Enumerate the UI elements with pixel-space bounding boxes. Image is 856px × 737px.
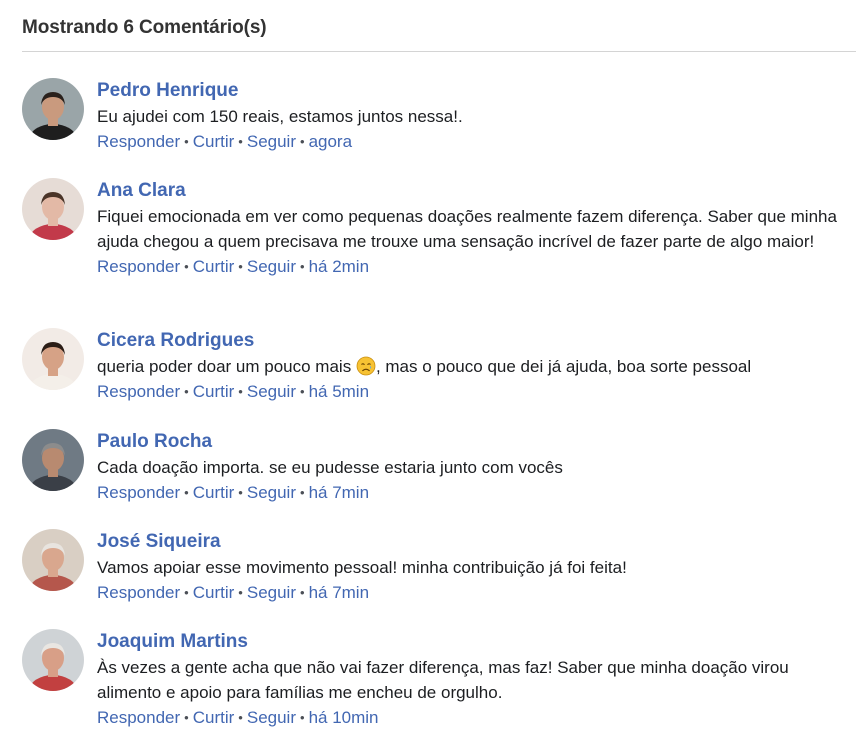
- comment-text: Fiquei emocionada em ver como pequenas d…: [97, 207, 837, 251]
- comment-timestamp[interactable]: há 5min: [309, 382, 369, 401]
- separator: •: [300, 384, 305, 399]
- comment-actions: Responder • Curtir • Seguir • agora: [97, 129, 856, 155]
- separator: •: [184, 259, 189, 274]
- comment-text: Às vezes a gente acha que não vai fazer …: [97, 658, 789, 702]
- comment-timestamp[interactable]: há 7min: [309, 583, 369, 602]
- separator: •: [300, 710, 305, 725]
- avatar[interactable]: [22, 429, 84, 491]
- comments-header: Mostrando 6 Comentário(s): [22, 14, 856, 52]
- like-link[interactable]: Curtir: [193, 132, 235, 151]
- comment-text-after: , mas o pouco que dei já ajuda, boa sort…: [375, 357, 752, 376]
- separator: •: [238, 485, 243, 500]
- reply-link[interactable]: Responder: [97, 257, 180, 276]
- comment-author[interactable]: Ana Clara: [97, 178, 856, 204]
- separator: •: [184, 710, 189, 725]
- separator: •: [300, 485, 305, 500]
- separator: •: [184, 134, 189, 149]
- avatar-image: [22, 529, 84, 591]
- comment-text: Cada doação importa. se eu pudesse estar…: [97, 458, 563, 477]
- avatar[interactable]: [22, 328, 84, 390]
- follow-link[interactable]: Seguir: [247, 257, 296, 276]
- follow-link[interactable]: Seguir: [247, 483, 296, 502]
- avatar[interactable]: [22, 529, 84, 591]
- comment-text: Vamos apoiar esse movimento pessoal! min…: [97, 558, 627, 577]
- separator: •: [184, 485, 189, 500]
- comment-timestamp[interactable]: há 2min: [309, 257, 369, 276]
- avatar-image: [22, 78, 84, 140]
- separator: •: [238, 585, 243, 600]
- separator: •: [238, 710, 243, 725]
- avatar-image: [22, 178, 84, 240]
- comment-author[interactable]: Pedro Henrique: [97, 78, 856, 104]
- comment-author[interactable]: Paulo Rocha: [97, 429, 856, 455]
- sad-face-emoji-icon: [356, 356, 376, 376]
- avatar-image: [22, 629, 84, 691]
- comment-actions: Responder • Curtir • Seguir • há 7min: [97, 580, 856, 606]
- avatar[interactable]: [22, 178, 84, 240]
- comment-text: Eu ajudei com 150 reais, estamos juntos …: [97, 107, 463, 126]
- reply-link[interactable]: Responder: [97, 583, 180, 602]
- comment-actions: Responder • Curtir • Seguir • há 10min: [97, 705, 856, 731]
- like-link[interactable]: Curtir: [193, 257, 235, 276]
- comment-author[interactable]: José Siqueira: [97, 529, 856, 555]
- follow-link[interactable]: Seguir: [247, 583, 296, 602]
- like-link[interactable]: Curtir: [193, 708, 235, 727]
- separator: •: [238, 259, 243, 274]
- follow-link[interactable]: Seguir: [247, 132, 296, 151]
- comment-timestamp[interactable]: agora: [309, 132, 352, 151]
- avatar[interactable]: [22, 78, 84, 140]
- comment-actions: Responder • Curtir • Seguir • há 5min: [97, 379, 856, 405]
- separator: •: [300, 259, 305, 274]
- comment-text-before: queria poder doar um pouco mais: [97, 357, 356, 376]
- comments-count-title: Mostrando 6 Comentário(s): [22, 17, 267, 38]
- separator: •: [300, 585, 305, 600]
- reply-link[interactable]: Responder: [97, 483, 180, 502]
- comment-actions: Responder • Curtir • Seguir • há 2min: [97, 254, 856, 280]
- comment-actions: Responder • Curtir • Seguir • há 7min: [97, 480, 856, 506]
- reply-link[interactable]: Responder: [97, 382, 180, 401]
- comment-author[interactable]: Cicera Rodrigues: [97, 328, 856, 354]
- reply-link[interactable]: Responder: [97, 132, 180, 151]
- separator: •: [238, 134, 243, 149]
- comment-timestamp[interactable]: há 10min: [309, 708, 379, 727]
- avatar-image: [22, 429, 84, 491]
- comment-timestamp[interactable]: há 7min: [309, 483, 369, 502]
- separator: •: [300, 134, 305, 149]
- like-link[interactable]: Curtir: [193, 583, 235, 602]
- like-link[interactable]: Curtir: [193, 483, 235, 502]
- avatar-image: [22, 328, 84, 390]
- separator: •: [184, 585, 189, 600]
- separator: •: [184, 384, 189, 399]
- avatar[interactable]: [22, 629, 84, 691]
- reply-link[interactable]: Responder: [97, 708, 180, 727]
- comment-text: queria poder doar um pouco mais , mas o …: [97, 354, 856, 379]
- like-link[interactable]: Curtir: [193, 382, 235, 401]
- follow-link[interactable]: Seguir: [247, 708, 296, 727]
- separator: •: [238, 384, 243, 399]
- comment-author[interactable]: Joaquim Martins: [97, 629, 856, 655]
- follow-link[interactable]: Seguir: [247, 382, 296, 401]
